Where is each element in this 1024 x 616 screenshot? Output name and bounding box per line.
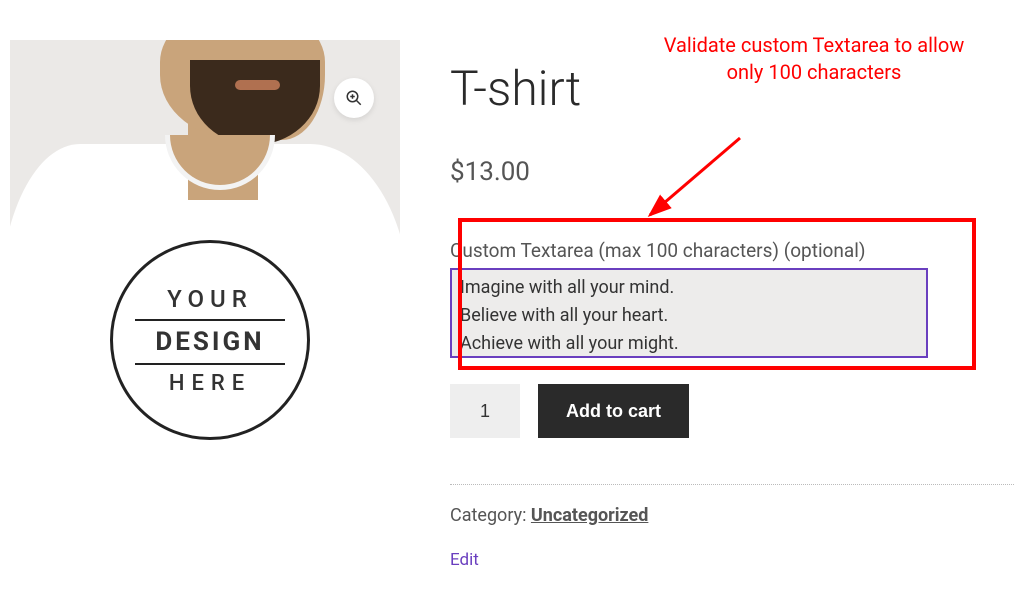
zoom-button[interactable]: [334, 78, 374, 118]
category-link[interactable]: Uncategorized: [531, 505, 648, 526]
annotation-text: Validate custom Textarea to allow only 1…: [649, 32, 979, 86]
product-price: $13.00: [450, 157, 1014, 187]
zoom-icon: [345, 89, 363, 107]
product-page: YOUR DESIGN HERE T-shirt $13.00 Custom T…: [0, 0, 1024, 600]
tshirt-logo: YOUR DESIGN HERE: [110, 240, 310, 440]
product-summary: T-shirt $13.00 Custom Textarea (max 100 …: [450, 40, 1014, 590]
quantity-input[interactable]: [450, 384, 520, 438]
logo-line-design: DESIGN: [135, 319, 285, 365]
product-meta: Category: Uncategorized: [450, 505, 1014, 526]
custom-textarea-label: Custom Textarea (max 100 characters) (op…: [450, 239, 1014, 262]
edit-link[interactable]: Edit: [450, 550, 479, 570]
custom-textarea-input[interactable]: [450, 268, 928, 358]
add-to-cart-button[interactable]: Add to cart: [538, 384, 689, 438]
product-gallery: YOUR DESIGN HERE: [10, 40, 400, 590]
logo-line-your: YOUR: [167, 285, 253, 313]
logo-line-here: HERE: [169, 371, 251, 396]
product-image[interactable]: YOUR DESIGN HERE: [10, 40, 400, 590]
divider: [450, 484, 1014, 485]
category-label: Category:: [450, 505, 531, 526]
